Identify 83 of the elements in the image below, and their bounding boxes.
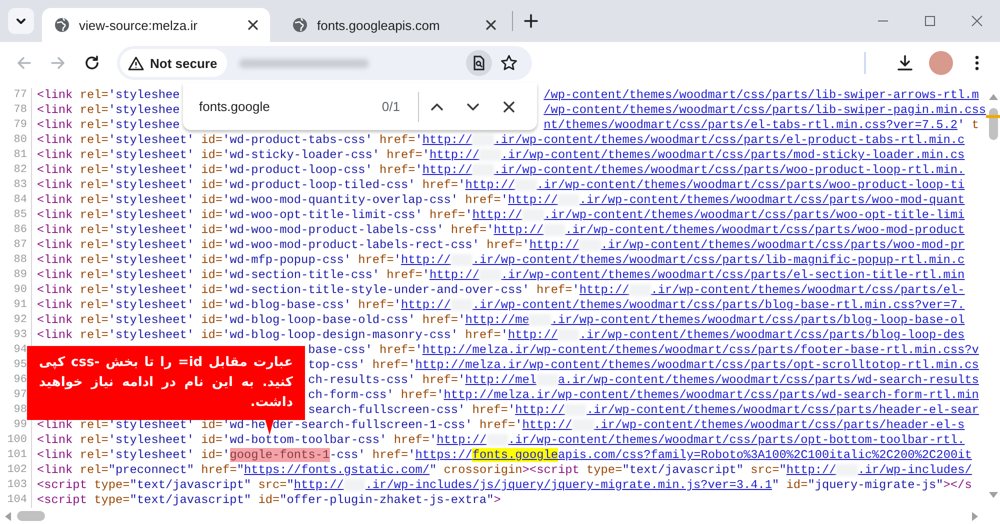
find-field[interactable]: fonts.google (199, 99, 382, 114)
line-number: 92 (12, 313, 27, 328)
code-line: <link rel='stylesheet' id='wd-woo-mod-product-labels-css' href='http:// .ir/wp-content/themes/woodmart/css/parts/woo-mod-product (37, 223, 965, 238)
close-tab-icon[interactable] (246, 18, 260, 32)
line-number: 86 (12, 223, 27, 238)
globe-icon (54, 17, 70, 33)
globe-icon (292, 17, 308, 33)
code-line: <link rel='stylesheet' id='wd-product-loop-css' href='http:// .ir/wp-content/themes/woodmart/css/parts/woo-product-loop-rtl.min. (37, 163, 965, 178)
code-line: <link rel='stylesheet' id='wd-woo-mod-quantity-overlap-css' href='http:// .ir/wp-content/themes/woodmart/css/parts/woo-mod-quant (37, 193, 965, 208)
line-number: 91 (12, 298, 27, 313)
scroll-up-icon[interactable] (989, 94, 998, 100)
code-line: <link rel='stylesheet' id='wd-sticky-loader-css' href='http:// .ir/wp-content/themes/woodmart/css/parts/mod-sticky-loader.min.cs (37, 148, 965, 163)
code-line: ch-form-css' href='http://melza.ir/wp-content/themes/woodmart/css/parts/wd-search-form-rtl.min (308, 388, 979, 403)
line-number: 99 (12, 418, 27, 433)
line-number: 85 (12, 208, 27, 223)
code-line: <link rel='stylesheet' id='wd-blog-loop-design-masonry-css' href='http:// .ir/wp-content/themes/woodmart/css/parts/blog-loop-des (37, 328, 965, 343)
code-line: <link rel='stylesheet' id='wd-product-loop-tiled-css' href='http:// .ir/wp-content/themes/woodmart/css/parts/woo-product-loop-ti (37, 178, 965, 193)
line-number: 97 (12, 388, 27, 403)
line-number: 100 (6, 433, 27, 448)
code-line: <link rel='stylesheet' id='google-fonts-1-css' href='https://fonts.googleapis.com/css?family=Roboto%3A100%2C100italic%2C200%2C200it (37, 448, 972, 463)
code-line: <script type="text/javascript" id="offer-plugin-zhaket-js-extra"> (37, 493, 501, 508)
code-line: <link rel='stylesheet' id='wd-blog-base-css' href='http:// .ir/wp-content/themes/woodmart/css/parts/blog-base-rtl.min.css?ver=7. (37, 298, 965, 313)
tab-search-button[interactable] (8, 8, 34, 34)
code-line: <link rel='styleshee (37, 118, 180, 133)
line-number: 88 (12, 253, 27, 268)
code-line: <link rel='stylesheet' id='wd-bottom-toolbar-css' href='http:// .ir/wp-content/themes/woodmart/css/parts/opt-bottom-toolbar-rtl. (37, 433, 965, 448)
code-line: <link rel='stylesheet' id='wd-mfp-popup-css' href='http:// .ir/wp-content/themes/woodmart/css/parts/lib-magnific-popup-rtl.min.c (37, 253, 965, 268)
callout-pointer (265, 419, 274, 435)
line-number: 96 (12, 373, 27, 388)
code-line: <link rel='stylesheet' id='wd-woo-opt-title-limit-css' href='http:// .ir/wp-content/themes/woodmart/css/parts/woo-opt-title-limi (37, 208, 965, 223)
code-line: search-fullscreen-css' href='http:// .ir/wp-content/themes/woodmart/css/parts/header-el-sear (308, 403, 979, 418)
line-number: 87 (12, 238, 27, 253)
code-line: <link rel='stylesheet' id='wd-section-title-css' href='http:// .ir/wp-content/themes/woodmart/css/parts/el-section-title-rtl.min (37, 268, 965, 283)
line-number: 95 (12, 358, 27, 373)
line-number: 80 (12, 133, 27, 148)
line-number: 82 (12, 163, 27, 178)
browser-tab[interactable]: fonts.googleapis.com (280, 8, 508, 42)
line-number: 90 (12, 283, 27, 298)
code-line: ch-results-css' href='http://mel a.ir/wp-content/themes/woodmart/css/parts/wd-search-results (308, 373, 979, 388)
code-line: <link rel='stylesheet' id='wd-he (37, 418, 266, 433)
close-tab-icon[interactable] (484, 18, 498, 32)
line-number: 94 (12, 343, 27, 358)
line-number: 93 (12, 328, 27, 343)
code-line: <link rel='stylesheet' id='wd-product-tabs-css' href='http:// .ir/wp-content/themes/woodmart/css/parts/el-product-tabs-rtl.min.c (37, 133, 965, 148)
line-number: 89 (12, 268, 27, 283)
scroll-down-icon[interactable] (989, 492, 998, 498)
code-line: <link rel='stylesheet' id='wd-woo-mod-product-labels-rect-css' href='http:// .ir/wp-content/themes/woodmart/css/parts/woo-mod-pr (37, 238, 965, 253)
code-line: <link rel='stylesheet' id='wd-blog-loop-base-old-css' href='http://me .ir/wp-content/themes/woodmart/css/parts/blog-loop-base-ol (37, 313, 965, 328)
scrollbar-thumb[interactable] (17, 511, 45, 521)
security-chip[interactable]: Not secure (120, 49, 228, 77)
warning-icon (128, 56, 144, 70)
code-line: <link rel="preconnect" href="https://fonts.gstatic.com/" crossorigin><script type="text/javascript" src="http:// .ir/wp-includes/ (37, 463, 972, 478)
line-number: 81 (12, 148, 27, 163)
code-line: nt/themes/woodmart/css/parts/el-tabs-rtl.min.css?ver=7.5.2' t (544, 118, 979, 133)
callout-note: عبارت مقابل id= را تا بخش -css کپی کنید. به این نام در ادامه نیاز خواهید داشت. (27, 346, 305, 420)
browser-tab[interactable]: view-source:melza.ir (42, 8, 270, 42)
code-line: <link rel='styleshee (37, 103, 180, 118)
code-line: /wp-content/themes/woodmart/css/parts/lib-swiper-pagin.min.css (544, 103, 986, 118)
code-line: <script type="text/javascript" src="http:// .ir/wp-includes/js/jquery/jquery-migrate.min.js?ver=3.4.1" id="jquery-migrate-js"></s (37, 478, 972, 493)
match-count: 0/1 (382, 99, 400, 114)
line-number: 102 (6, 463, 27, 478)
line-number: 98 (12, 403, 27, 418)
code-line: der-search-fullscreen-1-css' href='http:// .ir/wp-content/themes/woodmart/css/parts/header-el-s (272, 418, 965, 433)
scroll-left-icon[interactable] (5, 512, 11, 521)
code-line: <link rel='styleshee (37, 88, 180, 103)
code-line: top-css' href='http://melza.ir/wp-content/themes/woodmart/css/parts/opt-scrolltotop-rtl.min.cs (308, 358, 979, 373)
line-number: 83 (12, 178, 27, 193)
find-in-page-icon[interactable] (466, 50, 492, 76)
code-line: /wp-content/themes/woodmart/css/parts/lib-swiper-arrows-rtl.m (544, 88, 979, 103)
line-number: 79 (12, 118, 27, 133)
scroll-right-icon[interactable] (972, 512, 978, 521)
line-number: 104 (6, 493, 27, 508)
code-line: base-css' href='http://melza.ir/wp-content/themes/woodmart/css/parts/footer-base-rtl.min.css?v (308, 343, 979, 358)
scrollbar-thumb[interactable] (989, 108, 998, 140)
new-tab-icon[interactable] (523, 13, 539, 29)
address-bar[interactable]: Not secure (117, 46, 532, 80)
line-number: 84 (12, 193, 27, 208)
line-number: 78 (12, 103, 27, 118)
line-number: 103 (6, 478, 27, 493)
code-line: <link rel='stylesheet' id='wd-section-title-style-under-and-over-css' href='http:// .ir/wp-content/themes/woodmart/css/parts/el- (37, 283, 965, 298)
line-number: 101 (6, 448, 27, 463)
line-number: 77 (12, 88, 27, 103)
match-marker (986, 115, 1000, 118)
